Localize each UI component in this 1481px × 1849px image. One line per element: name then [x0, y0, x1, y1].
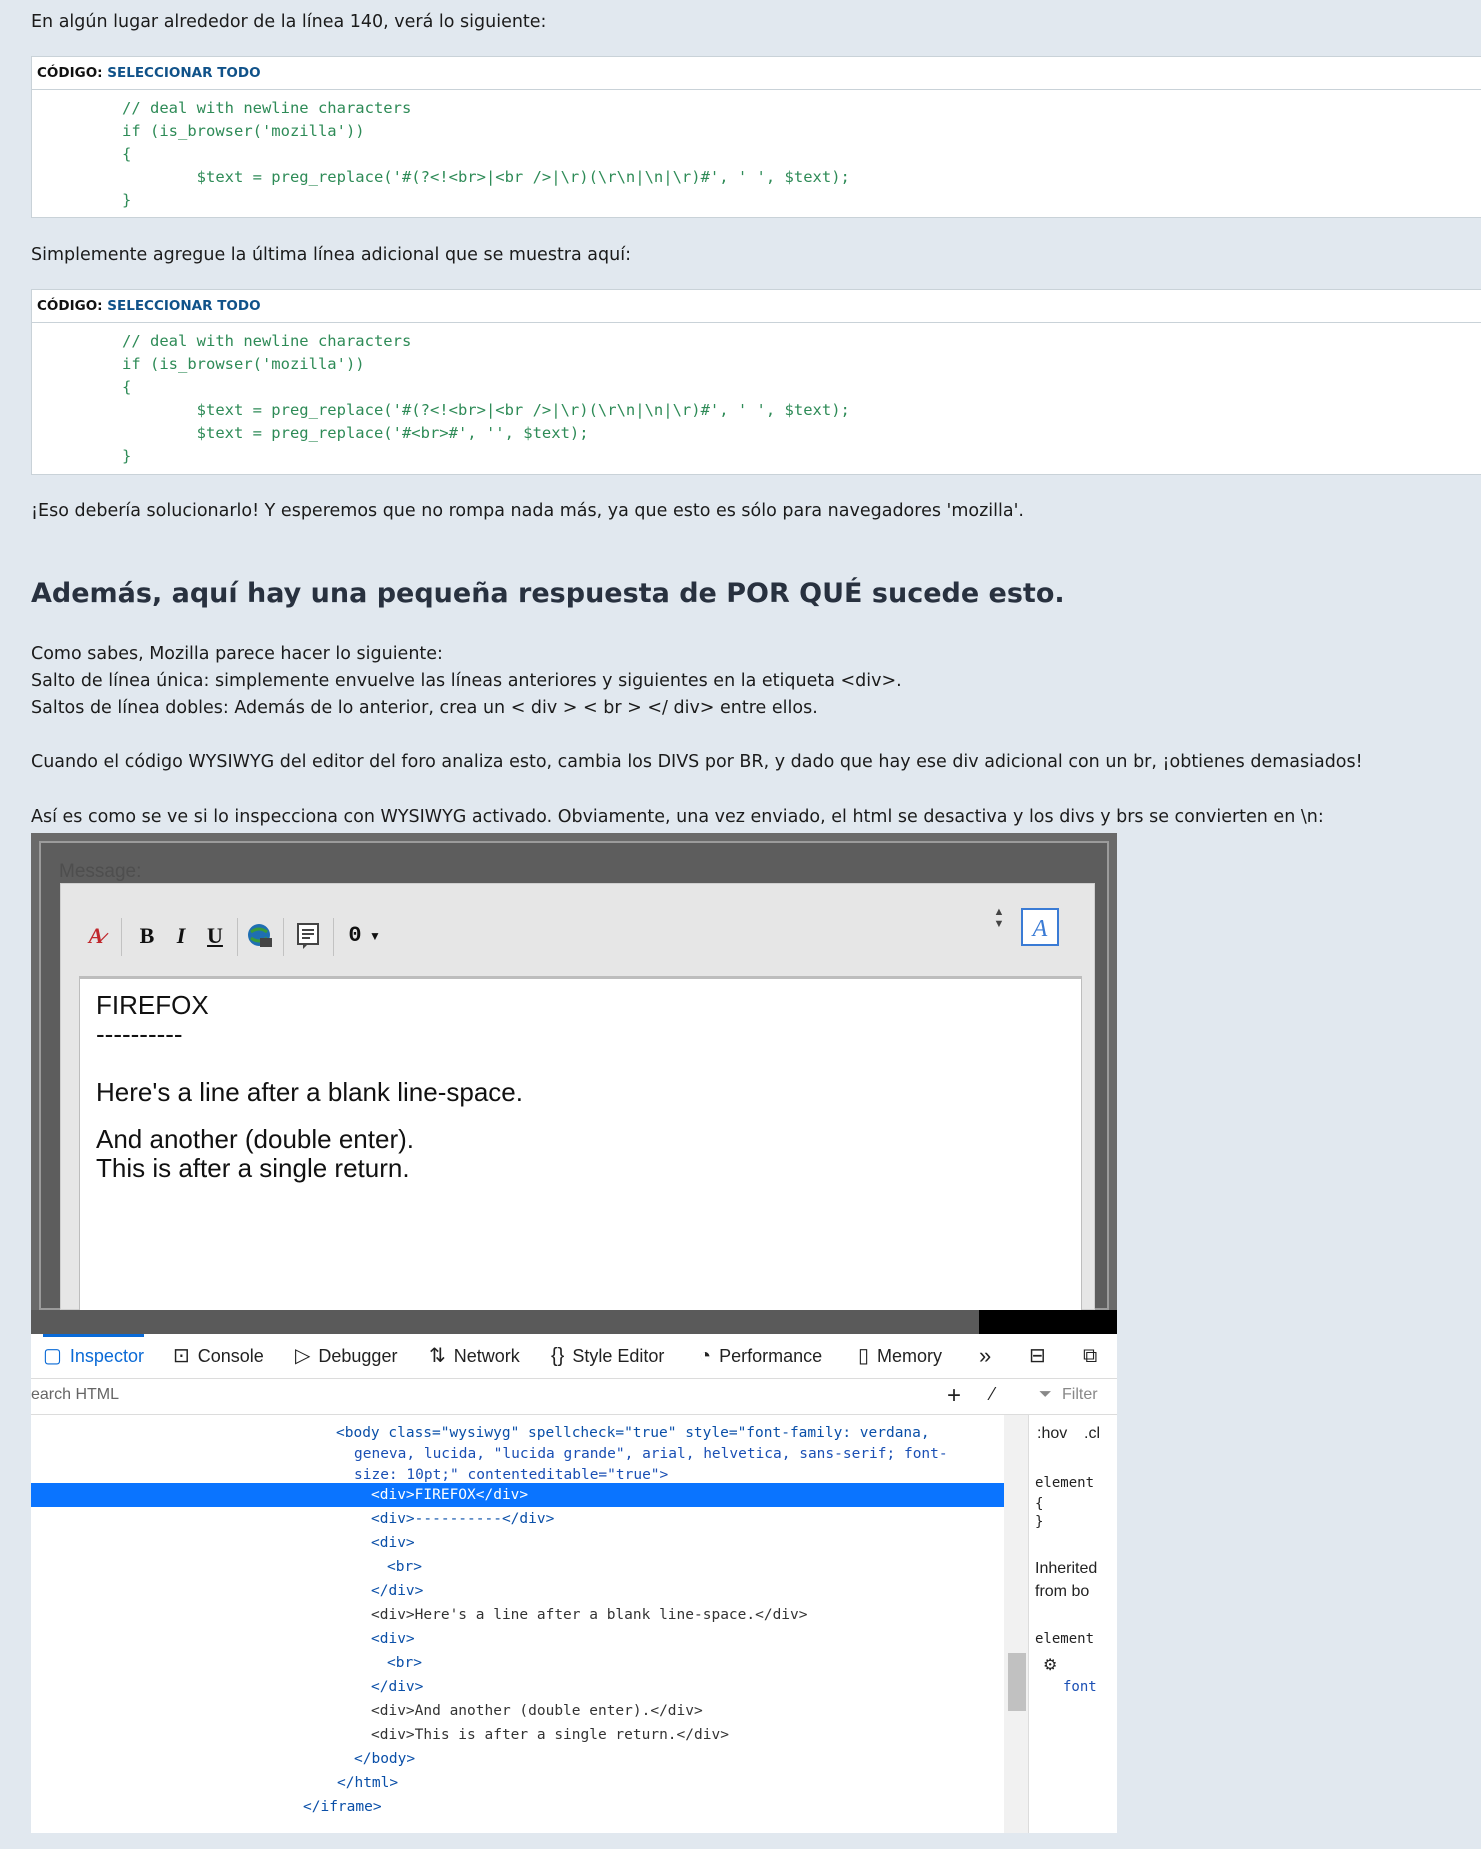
embedded-screenshot: Message: A̷ B I U 0 ▼ ▲ ▼ A FIREFOX -----… — [31, 833, 1117, 1833]
performance-icon: ◔ — [699, 1345, 712, 1367]
responsive-icon[interactable]: ⧉ — [1083, 1334, 1097, 1378]
editor-panel: A̷ B I U 0 ▼ ▲ ▼ A FIREFOX ---------- Her… — [60, 883, 1095, 1316]
code-label: CÓDIGO: — [37, 298, 103, 314]
gear-icon: ⚙ — [1043, 1657, 1058, 1674]
element-rule-label-2: element — [1035, 1631, 1095, 1647]
style-editor-icon: {} — [551, 1345, 565, 1367]
rules-panel: :hov .cl element {} Inherited from bo el… — [1028, 1415, 1117, 1833]
editor-frame: Message: A̷ B I U 0 ▼ ▲ ▼ A FIREFOX -----… — [31, 833, 1117, 1316]
select-all-link[interactable]: SELECCIONAR TODO — [107, 298, 260, 314]
remove-format-icon[interactable]: A̷ — [81, 922, 111, 950]
console-icon: ⊡ — [173, 1345, 190, 1367]
markup-line-selected[interactable]: <div>FIREFOX</div> — [371, 1483, 528, 1507]
editor-text-area[interactable]: FIREFOX ---------- Here's a line after a… — [79, 976, 1082, 1316]
code-content: // deal with newline characters if (is_b… — [122, 332, 850, 465]
chevron-down-icon[interactable]: ▼ — [367, 922, 383, 950]
explain-line-5: Así es como se ve si lo inspecciona con … — [31, 807, 1324, 827]
dock-icon[interactable]: ⊟ — [1029, 1334, 1046, 1378]
markup-line[interactable]: <br> — [387, 1651, 422, 1675]
attach-button[interactable]: 0 — [343, 922, 367, 950]
insert-quote-icon[interactable] — [291, 922, 325, 950]
more-tabs-icon[interactable]: » — [979, 1334, 991, 1378]
explain-line-4: Cuando el código WYSIWYG del editor del … — [31, 752, 1363, 772]
italic-button[interactable]: I — [167, 922, 195, 950]
from-body-label: from bo — [1035, 1583, 1090, 1600]
filter-styles-input[interactable]: Filter — [1062, 1386, 1098, 1404]
tab-debugger[interactable]: ▷ Debugger — [295, 1334, 397, 1378]
memory-icon: ▯ — [858, 1345, 870, 1367]
code-block-2: CÓDIGO: SELECCIONAR TODO // deal with ne… — [31, 289, 1481, 475]
markup-line[interactable]: </iframe> — [303, 1795, 382, 1819]
editor-line: ---------- — [96, 1019, 183, 1049]
markup-line[interactable]: <div>This is after a single return.</div… — [371, 1723, 729, 1747]
tab-memory[interactable]: ▯ Memory — [858, 1334, 942, 1378]
font-property: font — [1063, 1679, 1097, 1695]
message-label: Message: — [59, 861, 142, 882]
add-node-icon[interactable]: + — [947, 1382, 961, 1410]
code-block-1: CÓDIGO: SELECCIONAR TODO // deal with ne… — [31, 56, 1481, 218]
markup-line[interactable]: </html> — [337, 1771, 398, 1795]
bold-button[interactable]: B — [133, 922, 161, 950]
markup-line[interactable]: <div>And another (double enter).</div> — [371, 1699, 703, 1723]
devtools-tabs: ▢ Inspector ⊡ Console ▷ Debugger ⇅ Network {… — [31, 1334, 1117, 1379]
code-content: // deal with newline characters if (is_b… — [122, 99, 850, 209]
tab-performance[interactable]: ◔ Performance — [699, 1334, 822, 1378]
filter-icon: ⏷ — [1039, 1386, 1052, 1403]
search-row: earch HTML + ⁄ ⏷ Filter — [31, 1378, 1117, 1415]
tab-console[interactable]: ⊡ Console — [173, 1334, 264, 1378]
markup-line[interactable]: <div> — [371, 1531, 415, 1555]
editor-line: FIREFOX — [96, 990, 209, 1020]
explain-line-2: Salto de línea única: simplemente envuel… — [31, 671, 902, 691]
markup-line[interactable]: <div>Here's a line after a blank line-sp… — [371, 1603, 808, 1627]
markup-line[interactable]: <br> — [387, 1555, 422, 1579]
tab-network[interactable]: ⇅ Network — [429, 1334, 520, 1378]
intro-text-1: En algún lugar alrededor de la línea 140… — [31, 12, 547, 32]
search-html-input[interactable]: earch HTML — [31, 1386, 119, 1404]
underline-button[interactable]: U — [201, 922, 229, 950]
debugger-icon: ▷ — [295, 1345, 311, 1367]
markup-line[interactable]: </div> — [371, 1579, 423, 1603]
section-heading: Además, aquí hay una pequeña respuesta d… — [31, 578, 1065, 609]
explain-line-3: Saltos de línea dobles: Además de lo ant… — [31, 698, 818, 718]
tab-style-editor[interactable]: {} Style Editor — [551, 1334, 664, 1378]
editor-line: And another (double enter). — [96, 1124, 414, 1154]
markup-line[interactable]: </body> — [354, 1747, 415, 1771]
tab-inspector[interactable]: ▢ Inspector — [43, 1334, 144, 1378]
switch-mode-icon[interactable]: A — [1021, 908, 1059, 946]
explain-line-1: Como sabes, Mozilla parece hacer lo sigu… — [31, 644, 443, 664]
code-header: CÓDIGO: SELECCIONAR TODO — [32, 57, 1481, 90]
network-icon: ⇅ — [429, 1345, 446, 1367]
outro-text: ¡Eso debería solucionarlo! Y esperemos q… — [31, 501, 1024, 521]
markup-line[interactable]: <div> — [371, 1627, 415, 1651]
collapse-arrows-icon[interactable]: ▲ ▼ — [991, 906, 1007, 934]
code-header: CÓDIGO: SELECCIONAR TODO — [32, 290, 1481, 323]
editor-line: Here's a line after a blank line-space. — [96, 1077, 523, 1107]
inherited-label: Inherited — [1035, 1560, 1098, 1577]
markup-scrollbar[interactable] — [1004, 1415, 1028, 1833]
eyedropper-icon[interactable]: ⁄ — [991, 1384, 994, 1405]
markup-scroll-thumb[interactable] — [1008, 1653, 1026, 1711]
markup-view: <body class="wysiwyg" spellcheck="true" … — [31, 1415, 1018, 1833]
editor-line: This is after a single return. — [96, 1153, 410, 1183]
code-label: CÓDIGO: — [37, 65, 103, 81]
hov-toggle[interactable]: :hov — [1037, 1425, 1067, 1443]
insert-link-icon[interactable] — [243, 922, 277, 950]
element-rule-label: element — [1035, 1475, 1095, 1491]
markup-line[interactable]: <div>----------</div> — [371, 1507, 554, 1531]
select-all-link[interactable]: SELECCIONAR TODO — [107, 65, 260, 81]
intro-text-2: Simplemente agregue la última línea adic… — [31, 245, 631, 265]
markup-line[interactable]: </div> — [371, 1675, 423, 1699]
horizontal-scrollbar[interactable] — [31, 1310, 1117, 1334]
cls-toggle[interactable]: .cl — [1084, 1425, 1100, 1443]
inspector-icon: ▢ — [43, 1345, 62, 1367]
